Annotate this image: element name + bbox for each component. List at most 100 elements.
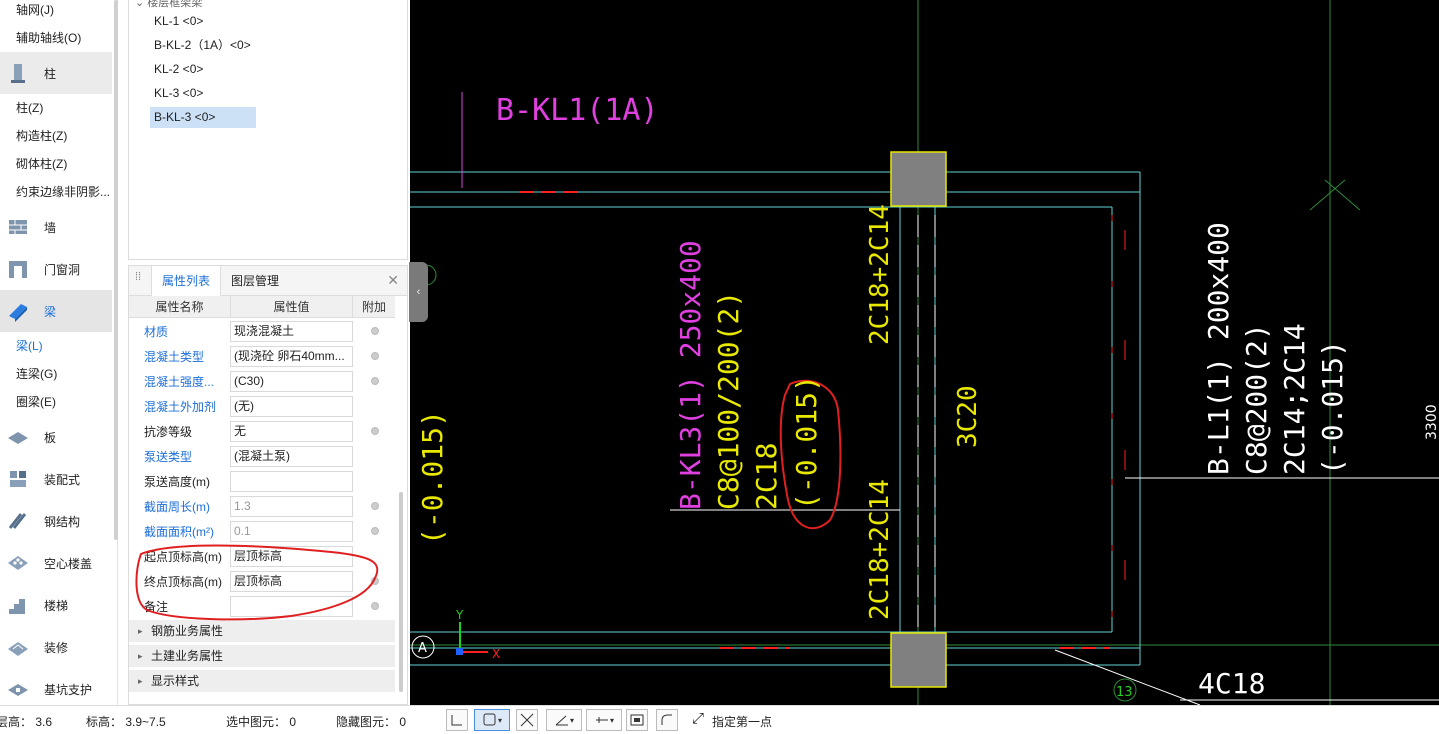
tree-group-toggle[interactable]: ⌄ [135,0,147,9]
cross-snap-button[interactable] [516,709,538,731]
tree-item[interactable]: KL-1 <0> [150,11,207,32]
nav-category-steel[interactable]: 钢结构 [0,500,112,542]
attach-checkbox[interactable] [371,527,379,535]
nav-category-wall[interactable]: 墙 [0,206,112,248]
nav-category-label: 装修 [44,640,69,655]
property-row[interactable]: 混凝土外加剂 (无) [129,394,395,419]
property-value-field[interactable]: 现浇混凝土 [230,321,353,342]
attach-checkbox[interactable] [371,377,379,385]
tree-item-selected[interactable]: B-KL-3 <0> [150,107,256,128]
group-display-style[interactable]: 显示样式 [129,670,395,693]
angle-snap-button[interactable]: ▾ [546,709,582,731]
nav-category-beam[interactable]: 梁 [0,290,112,332]
property-name: 材质 [144,325,169,339]
property-name: 抗渗等级 [144,425,193,439]
offset-icon [595,717,608,723]
tree-item[interactable]: B-KL-2（1A）<0> [150,35,255,56]
nav-item-edge-constraint[interactable]: 约束边缘非阴影... [0,178,112,206]
nav-category-slab[interactable]: 板 [0,416,112,458]
nav-item-beam[interactable]: 梁(L) [0,332,112,360]
property-row[interactable]: 材质 现浇混凝土 [129,319,395,344]
column-block[interactable] [890,151,947,207]
nav-category-stair[interactable]: 楼梯 [0,584,112,626]
l1-section-label[interactable]: B-L1(1) 200x400 [1202,222,1235,475]
tab-layer-manager[interactable]: 图层管理 [221,266,289,296]
tree-item[interactable]: KL-2 <0> [150,59,207,80]
attach-checkbox[interactable] [371,427,379,435]
cross-icon [520,713,534,727]
tree-item[interactable]: KL-3 <0> [150,83,207,104]
property-scrollbar[interactable] [399,492,403,692]
bottom-bar-label[interactable]: 2C18+2C14 [865,479,895,620]
nav-item-construct-column[interactable]: 构造柱(Z) [0,122,112,150]
l1-stirrup-label[interactable]: C8@200(2) [1240,323,1273,475]
attach-checkbox[interactable] [371,352,379,360]
l1-bar-label[interactable]: 2C14;2C14 [1278,323,1311,475]
property-value-field[interactable]: (C30) [230,371,353,392]
snap-toggle-button[interactable]: ▾ [474,709,510,731]
property-value-field[interactable]: (混凝土泵) [230,446,353,467]
property-row[interactable]: 泵送高度(m) [129,469,395,494]
dynamic-input-button[interactable] [626,709,648,731]
nav-scrollbar[interactable] [114,0,118,540]
property-value-field[interactable] [230,471,353,492]
property-name: 泵送类型 [144,450,193,464]
top-bar-label[interactable]: 2C18+2C14 [865,204,895,345]
property-name: 混凝土类型 [144,350,205,364]
component-nav: 轴网(J) 辅助轴线(O) 柱 柱(Z) 构造柱(Z) 砌体柱(Z) 约束边缘非… [0,0,118,710]
nav-category-door-window[interactable]: 门窗洞 [0,248,112,290]
drawing-canvas[interactable]: B-KL1(1A) B-KL3(1) 250x400 C8@100/200(2)… [410,0,1439,705]
bottom-right-bar-label[interactable]: 4C18 [1198,667,1265,700]
nav-item-masonry-column[interactable]: 砌体柱(Z) [0,150,112,178]
nav-category-pit-support[interactable]: 基坑支护 [0,668,112,710]
drag-handle-icon[interactable]: ⁞⁞ [135,272,143,288]
kl3-bar-label[interactable]: 2C18 [750,443,783,510]
property-value-field[interactable]: (现浇砼 卵石40mm... [230,346,353,367]
nav-category-prefab[interactable]: 装配式 [0,458,112,500]
column-block[interactable] [890,632,947,688]
property-row[interactable]: 混凝土强度... (C30) [129,369,395,394]
tab-property-list[interactable]: 属性列表 [151,266,222,296]
close-icon[interactable]: ✕ [387,272,399,289]
nav-category-hollow-floor[interactable]: 空心楼盖 [0,542,112,584]
property-value-field[interactable]: 无 [230,421,353,442]
property-value-field[interactable]: 1.3 [230,496,353,517]
wall-icon [6,215,30,239]
l1-elev-label[interactable]: (-0.015) [1316,340,1349,475]
property-row[interactable]: 泵送类型 (混凝土泵) [129,444,395,469]
property-row[interactable]: 混凝土类型 (现浇砼 卵石40mm... [129,344,395,369]
group-civil-props[interactable]: 土建业务属性 [129,645,395,668]
nav-category-column[interactable]: 柱 [0,52,112,94]
group-rebar-props[interactable]: 钢筋业务属性 [129,620,395,643]
tree-group-header[interactable]: ⌄ 楼层框架梁 [135,0,202,10]
kl3-elev-label[interactable]: (-0.015) [790,375,823,510]
panel-collapse-button[interactable]: ‹ [409,262,428,322]
nav-category-decoration[interactable]: 装修 [0,626,112,668]
mid-bar-label[interactable]: 3C20 [953,385,983,448]
ortho-toggle-button[interactable] [446,709,468,731]
nav-category-label: 装配式 [44,472,81,487]
status-selected-count: 选中图元： 0 [226,715,297,729]
property-row[interactable]: 截面周长(m) 1.3 [129,494,395,519]
attach-checkbox[interactable] [371,502,379,510]
nav-category-label: 空心楼盖 [44,556,93,571]
arc-draw-button[interactable] [656,709,678,731]
nav-item-link-beam[interactable]: 连梁(G) [0,360,112,388]
property-row[interactable]: 抗渗等级 无 [129,419,395,444]
kl3-stirrup-label[interactable]: C8@100/200(2) [712,291,745,510]
nav-item-ring-beam[interactable]: 圈梁(E) [0,388,112,416]
offset-button[interactable]: ▾ [586,709,622,731]
col-header-name: 属性名称 [155,300,204,314]
nav-item-aux-axis[interactable]: 辅助轴线(O) [0,24,112,52]
property-value-field[interactable]: 0.1 [230,521,353,542]
property-value-field[interactable]: (无) [230,396,353,417]
left-elev-label[interactable]: (-0.015) [416,410,449,545]
nav-item-column[interactable]: 柱(Z) [0,94,112,122]
nav-item-axis-grid[interactable]: 轴网(J) [0,0,112,24]
attach-checkbox[interactable] [371,327,379,335]
pit-support-icon [6,677,30,701]
cad-drawing: B-KL1(1A) B-KL3(1) 250x400 C8@100/200(2)… [410,0,1439,705]
property-name: 混凝土强度... [144,375,215,389]
beam-title-label[interactable]: B-KL1(1A) [496,93,659,128]
kl3-section-label[interactable]: B-KL3(1) 250x400 [674,240,707,510]
